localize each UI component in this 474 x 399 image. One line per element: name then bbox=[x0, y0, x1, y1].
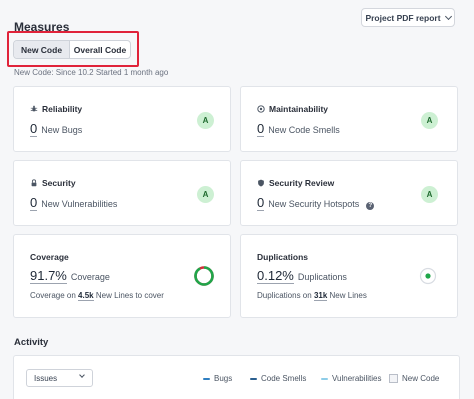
new-code-tab[interactable]: New Code bbox=[14, 41, 69, 58]
legend-code-smells: Code Smells bbox=[250, 374, 306, 383]
reliability-title: Reliability bbox=[42, 104, 83, 114]
reliability-title-row: Reliability bbox=[30, 104, 82, 114]
coverage-percentage[interactable]: 91.7% bbox=[30, 269, 67, 284]
duplications-on-label: Duplications on bbox=[257, 291, 312, 300]
new-bugs-count[interactable]: 0 bbox=[30, 122, 38, 137]
security-title: Security bbox=[42, 178, 76, 188]
activity-graph-select[interactable]: Issues bbox=[26, 369, 93, 387]
pdf-button-label: Project PDF report bbox=[365, 12, 441, 23]
duplications-card: Duplications 0.12% Duplications Duplicat… bbox=[240, 234, 458, 318]
maintainability-card: Maintainability 0 New Code Smells A bbox=[240, 86, 458, 152]
vulnerabilities-legend-label: Vulnerabilities bbox=[332, 374, 382, 383]
bugs-legend-label: Bugs bbox=[214, 374, 233, 383]
duplications-percentage[interactable]: 0.12% bbox=[257, 269, 294, 284]
security-grade-badge[interactable]: A bbox=[197, 186, 214, 203]
legend-bugs: Bugs bbox=[203, 374, 232, 383]
coverage-value-row: 91.7% Coverage bbox=[30, 269, 110, 284]
chevron-down-icon bbox=[444, 12, 452, 20]
security-value-row: 0 New Vulnerabilities bbox=[30, 196, 117, 211]
security-review-value-row: 0 New Security Hotspots ? bbox=[257, 196, 375, 211]
security-card: Security 0 New Vulnerabilities A bbox=[13, 160, 231, 226]
lock-icon bbox=[31, 179, 37, 187]
coverage-title: Coverage bbox=[30, 252, 69, 262]
bugs-legend-swatch bbox=[203, 377, 210, 380]
maintainability-value-row: 0 New Code Smells bbox=[257, 122, 340, 137]
security-review-card: Security Review 0 New Security Hotspots … bbox=[240, 160, 458, 226]
activity-title: Activity bbox=[14, 337, 49, 348]
new-vulnerabilities-count[interactable]: 0 bbox=[30, 196, 38, 211]
code-smells-legend-label: Code Smells bbox=[261, 374, 307, 383]
overall-code-tab[interactable]: Overall Code bbox=[69, 41, 130, 58]
new-security-hotspots-count[interactable]: 0 bbox=[257, 196, 265, 211]
legend-new-code: New Code bbox=[389, 374, 439, 383]
maintainability-title: Maintainability bbox=[269, 104, 329, 114]
select-value: Issues bbox=[34, 373, 58, 383]
reliability-value-row: 0 New Bugs bbox=[30, 122, 82, 137]
code-scope-toggle: New Code Overall Code bbox=[13, 40, 131, 59]
new-lines-label: New Lines bbox=[329, 291, 367, 300]
bug-icon bbox=[30, 105, 38, 112]
chevron-down-icon bbox=[79, 372, 85, 378]
lines-to-cover-label: New Lines to cover bbox=[95, 291, 164, 300]
security-review-title: Security Review bbox=[269, 178, 335, 188]
project-pdf-report-button[interactable]: Project PDF report bbox=[361, 8, 455, 27]
duplications-indicator-icon bbox=[419, 267, 437, 285]
new-security-hotspots-label: New Security Hotspots bbox=[268, 199, 360, 209]
coverage-lines-row: Coverage on 4.5k New Lines to cover bbox=[30, 291, 164, 301]
new-code-legend-label: New Code bbox=[402, 374, 440, 383]
security-review-grade-badge[interactable]: A bbox=[421, 186, 438, 203]
coverage-label: Coverage bbox=[70, 272, 110, 282]
duplications-title: Duplications bbox=[257, 252, 309, 262]
new-bugs-label: New Bugs bbox=[41, 125, 83, 135]
maintainability-title-row: Maintainability bbox=[257, 104, 328, 114]
duplications-lines-row: Duplications on 31k New Lines bbox=[257, 291, 367, 301]
security-review-title-row: Security Review bbox=[257, 178, 334, 188]
shield-icon bbox=[258, 179, 264, 187]
coverage-card: Coverage 91.7% Coverage Coverage on 4.5k… bbox=[13, 234, 231, 318]
vulnerabilities-legend-swatch bbox=[321, 377, 328, 380]
reliability-card: Reliability 0 New Bugs A bbox=[13, 86, 231, 152]
coverage-on-label: Coverage on bbox=[30, 291, 76, 300]
new-vulnerabilities-label: New Vulnerabilities bbox=[41, 199, 118, 209]
new-code-smells-label: New Code Smells bbox=[268, 125, 340, 135]
new-lines-count[interactable]: 31k bbox=[313, 291, 328, 301]
duplications-label: Duplications bbox=[297, 272, 347, 282]
new-code-smells-count[interactable]: 0 bbox=[257, 122, 265, 137]
new-code-legend-swatch bbox=[389, 374, 398, 383]
coverage-donut-icon bbox=[194, 266, 214, 286]
security-title-row: Security bbox=[30, 178, 76, 188]
code-smells-legend-swatch bbox=[250, 377, 257, 380]
new-code-period: New Code: Since 10.2 Started 1 month ago bbox=[14, 68, 169, 77]
help-icon[interactable]: ? bbox=[366, 202, 375, 210]
smell-icon bbox=[257, 105, 265, 113]
legend-vulnerabilities: Vulnerabilities bbox=[321, 374, 382, 383]
reliability-grade-badge[interactable]: A bbox=[197, 112, 214, 129]
maintainability-grade-badge[interactable]: A bbox=[421, 112, 438, 129]
duplications-value-row: 0.12% Duplications bbox=[257, 269, 347, 284]
lines-to-cover-count[interactable]: 4.5k bbox=[78, 291, 94, 301]
